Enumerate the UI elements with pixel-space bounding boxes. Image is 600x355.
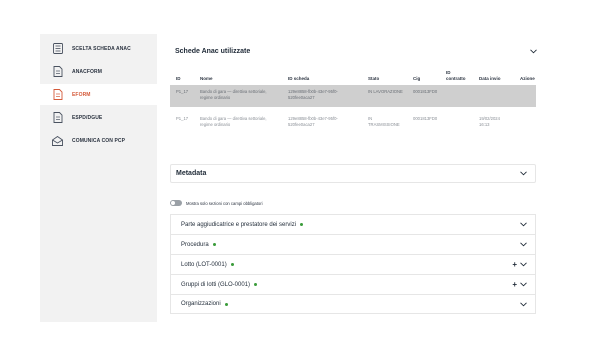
required-fields-toggle-row: Mostra solo sezioni con campi obbligator… [170,200,263,206]
schede-table: ID Nome ID scheda Stato Cig ID contratto… [170,63,545,146]
cell-stato: IN TRASMISSIONE [368,116,400,127]
column-header: ID [176,76,181,81]
cell-data-invio: 19/02/2024 16:13 [479,116,500,127]
section-lotto[interactable]: Lotto (LOT-0001) + [170,254,536,274]
add-icon[interactable]: + [512,280,517,289]
section-title: Gruppi di lotti (GLO-0001) [181,281,258,288]
metadata-panel[interactable]: Metadata [170,164,536,183]
section-title: Procedura [181,242,216,248]
schede-title: Schede Anac utilizzate [175,47,251,55]
metadata-header[interactable]: Metadata [171,165,535,182]
cell-id-scheda: 129e8858-fb0b-43e7-95f0-520fee0aca27 [288,116,338,127]
cell-id: P1_17 [176,116,189,121]
section-title: Lotto (LOT-0001) [181,262,234,268]
chevron-down-icon[interactable] [520,261,527,268]
cell-cig: 0001813FD0 [413,116,438,121]
sidebar-item-eform[interactable]: EFORM [40,84,157,105]
sidebar: SCELTA SCHEDA ANAC ANACFORM EFORM ESPD/D… [40,34,157,322]
section-organizzazioni[interactable]: Organizzazioni [170,294,536,314]
required-fields-toggle[interactable] [170,200,182,206]
metadata-title: Metadata [176,170,207,177]
section-gruppi-di-lotti[interactable]: Gruppi di lotti (GLO-0001) + [170,274,536,294]
section-actions: + [512,260,527,269]
cell-nome: Bando di gara — direttiva settoriale, re… [200,89,267,100]
section-title-text: Organizzazioni [181,301,221,307]
required-dot-icon [300,223,304,226]
sidebar-item-scelta-scheda-anac[interactable]: SCELTA SCHEDA ANAC [40,38,157,59]
sidebar-item-label: ESPD/DGUE [72,114,103,121]
section-title-text: Procedura [181,241,209,248]
column-header: Azione [520,76,535,81]
sidebar-item-label: ANACFORM [72,68,102,75]
section-actions: + [512,280,527,289]
section-actions [520,301,527,308]
cell-cig: 0001813FD0 [413,89,438,94]
document-icon [52,112,63,124]
column-header: Data invio [479,76,501,81]
chevron-down-icon[interactable] [530,48,537,55]
section-title-text: Lotto (LOT-0001) [181,261,227,268]
table-row[interactable]: P1_17 Bando di gara — direttiva settoria… [170,113,536,141]
document-icon [52,66,63,78]
required-dot-icon [212,243,216,246]
column-header: ID contratto [446,70,466,81]
column-header: Nome [200,76,213,81]
section-title-text: Parte aggiudicatrice e prestatore dei se… [181,221,297,228]
chevron-down-icon[interactable] [520,241,527,248]
sidebar-item-label: COMUNICA CON PCP [72,137,126,144]
column-header: ID scheda [288,76,310,81]
column-header: Stato [368,76,380,81]
section-actions [520,221,527,228]
sidebar-item-label: SCELTA SCHEDA ANAC [72,45,131,52]
add-icon[interactable]: + [512,260,517,269]
schede-panel: Schede Anac utilizzate [170,40,545,62]
sidebar-item-comunica-con-pcp[interactable]: COMUNICA CON PCP [40,130,157,151]
chevron-down-icon[interactable] [520,221,527,228]
cell-nome: Bando di gara — direttiva settoriale, re… [200,116,267,127]
sidebar-item-espd-dgue[interactable]: ESPD/DGUE [40,107,157,128]
section-procedura[interactable]: Procedura [170,234,536,254]
section-parte-aggiudicatrice[interactable]: Parte aggiudicatrice e prestatore dei se… [170,214,536,234]
required-dot-icon [254,283,258,286]
chevron-down-icon[interactable] [520,170,527,177]
sidebar-item-anacform[interactable]: ANACFORM [40,61,157,82]
list-icon [52,43,63,55]
cell-id-scheda: 129e8858-fb0b-43e7-95f0-520fee0aca27 [288,89,338,100]
required-dot-icon [230,263,234,266]
sidebar-item-label: EFORM [72,91,91,98]
section-title: Parte aggiudicatrice e prestatore dei se… [181,221,304,228]
schede-header[interactable]: Schede Anac utilizzate [170,40,545,62]
chevron-down-icon[interactable] [520,301,527,308]
cell-id: P1_17 [176,89,189,94]
document-icon [52,89,63,101]
section-title-text: Gruppi di lotti (GLO-0001) [181,281,251,288]
table-row[interactable]: P1_17 Bando di gara — direttiva settoria… [170,85,536,107]
required-dot-icon [224,302,228,306]
column-header: Cig [413,76,421,81]
chevron-down-icon[interactable] [520,281,527,288]
cell-stato: IN LAVORAZIONE [368,89,403,94]
send-icon [52,135,63,147]
toggle-label: Mostra solo sezioni con campi obbligator… [186,200,263,206]
section-actions [520,241,527,248]
section-title: Organizzazioni [181,301,228,307]
